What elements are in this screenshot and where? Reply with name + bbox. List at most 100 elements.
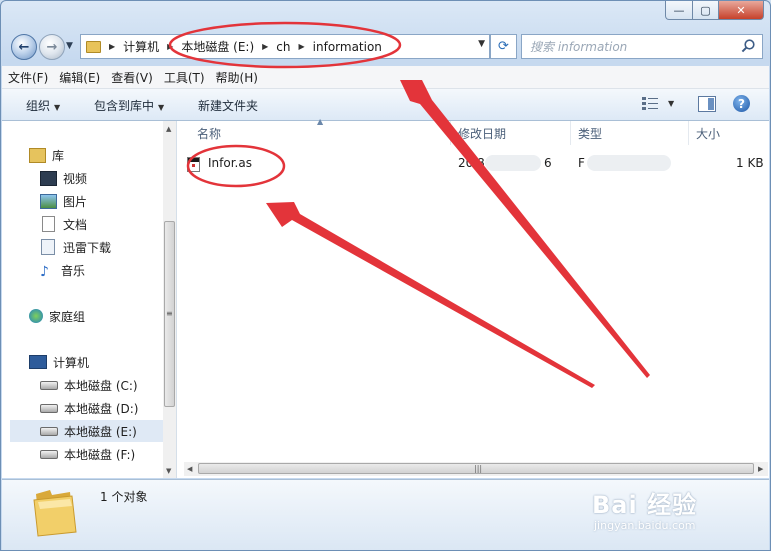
explorer-window: — ▢ ✕ ← → ▼ ▶ 计算机 ▶ 本地磁盘 (E:) ▶ ch ▶ inf…	[0, 0, 771, 551]
nav-item-videos[interactable]: 视频	[40, 167, 200, 189]
refresh-button[interactable]: ⟳	[490, 34, 517, 59]
nav-item-drive-e[interactable]: 本地磁盘 (E:)	[10, 420, 163, 442]
nav-item-label: 图片	[63, 194, 88, 209]
watermark-url: jingyan.baidu.com	[594, 519, 696, 532]
scroll-up-arrow-icon[interactable]: ▲	[166, 125, 171, 133]
nav-item-label: 本地磁盘 (F:)	[64, 447, 136, 462]
nav-item-label: 音乐	[61, 263, 86, 278]
details-pane: 1 个对象 Bai 经验 jingyan.baidu.com	[2, 479, 769, 550]
menu-edit[interactable]: 编辑(E)	[53, 69, 105, 86]
organize-label: 组织	[26, 99, 51, 113]
drive-icon	[40, 449, 58, 459]
column-header-size[interactable]: 大小	[689, 121, 769, 145]
scroll-down-arrow-icon[interactable]: ▼	[166, 467, 171, 475]
breadcrumb-computer[interactable]: 计算机	[123, 38, 159, 55]
content-horizontal-scrollbar[interactable]: ◀ ||| ▶	[184, 462, 768, 476]
scroll-grip-icon: ≡	[166, 309, 173, 318]
arrow-left-icon: ←	[18, 39, 30, 55]
chevron-down-icon: ▼	[158, 103, 165, 112]
nav-homegroup-label: 家庭组	[49, 309, 86, 324]
back-button[interactable]: ←	[11, 34, 37, 60]
file-row[interactable]: Infor.as 20 8 6 F 1 KB	[187, 153, 767, 175]
nav-item-thunder-downloads[interactable]: 迅雷下载	[40, 236, 200, 258]
scroll-grip-icon: |||	[474, 464, 483, 473]
menu-tools[interactable]: 工具(T)	[158, 69, 210, 86]
nav-item-drive-f[interactable]: 本地磁盘 (F:)	[40, 443, 163, 465]
menu-file[interactable]: 文件(F)	[2, 69, 53, 86]
chevron-right-icon[interactable]: ▶	[262, 42, 268, 51]
nav-item-drive-d[interactable]: 本地磁盘 (D:)	[40, 397, 163, 419]
chevron-right-icon[interactable]: ▶	[167, 42, 173, 51]
homegroup-icon	[29, 309, 43, 323]
include-in-library-button[interactable]: 包含到库中 ▼	[94, 97, 164, 114]
nav-item-label: 视频	[63, 171, 88, 186]
menu-view[interactable]: 查看(V)	[105, 69, 158, 86]
video-icon	[40, 170, 57, 186]
preview-pane-icon[interactable]	[698, 96, 716, 112]
address-history-dropdown[interactable]: ▼	[478, 39, 485, 49]
item-count-status: 1 个对象	[100, 490, 148, 504]
address-bar[interactable]: ▶ 计算机 ▶ 本地磁盘 (E:) ▶ ch ▶ information ▼	[80, 34, 490, 59]
nav-item-label: 迅雷下载	[63, 240, 112, 255]
minimize-button[interactable]: —	[665, 1, 693, 20]
breadcrumb-information[interactable]: information	[313, 40, 382, 54]
refresh-icon: ⟳	[498, 39, 509, 54]
download-icon	[41, 239, 55, 255]
help-icon[interactable]: ?	[733, 95, 750, 112]
recent-pages-dropdown[interactable]: ▼	[66, 41, 73, 51]
file-date-modified-tail: 6	[544, 156, 552, 170]
nav-item-label: 文档	[63, 217, 88, 232]
nav-item-drive-c[interactable]: 本地磁盘 (C:)	[40, 374, 163, 396]
computer-icon	[29, 355, 47, 369]
search-placeholder: 搜索 information	[530, 40, 628, 54]
nav-item-label: 本地磁盘 (E:)	[64, 424, 137, 439]
actionscript-file-icon	[187, 157, 200, 172]
chevron-down-icon: ▼	[54, 103, 61, 112]
view-options-icon[interactable]	[642, 97, 658, 110]
folder-icon	[33, 490, 77, 537]
maximize-button[interactable]: ▢	[693, 1, 719, 20]
blurred-region	[485, 155, 541, 171]
nav-item-label: 本地磁盘 (C:)	[64, 378, 138, 393]
navigation-row: ← → ▼ ▶ 计算机 ▶ 本地磁盘 (E:) ▶ ch ▶ informati…	[1, 31, 770, 63]
nav-item-music[interactable]: ♪ 音乐	[40, 259, 200, 281]
nav-item-documents[interactable]: 文档	[40, 213, 200, 235]
include-in-library-label: 包含到库中	[94, 99, 155, 113]
close-button[interactable]: ✕	[719, 1, 764, 20]
breadcrumb-ch[interactable]: ch	[276, 40, 290, 54]
breadcrumb-drive-e[interactable]: 本地磁盘 (E:)	[181, 38, 254, 55]
scroll-right-arrow-icon[interactable]: ▶	[758, 465, 763, 473]
chevron-right-icon[interactable]: ▶	[109, 42, 115, 51]
column-header-date-modified[interactable]: 修改日期	[451, 121, 571, 145]
search-icon[interactable]	[740, 38, 756, 54]
nav-computer-label: 计算机	[53, 355, 90, 370]
organize-button[interactable]: 组织 ▼	[26, 97, 60, 114]
column-header-name[interactable]: 名称	[190, 121, 451, 145]
menu-bar: 文件(F) 编辑(E) 查看(V) 工具(T) 帮助(H)	[2, 66, 769, 89]
forward-button[interactable]: →	[39, 34, 65, 60]
command-bar: 组织 ▼ 包含到库中 ▼ 新建文件夹 ▼ ?	[2, 89, 769, 121]
folder-icon	[86, 40, 101, 53]
arrow-right-icon: →	[46, 39, 58, 55]
file-type: F	[578, 156, 585, 170]
drive-icon	[40, 380, 58, 390]
search-input[interactable]: 搜索 information	[521, 34, 763, 59]
drive-icon	[40, 426, 58, 436]
file-name: Infor.as	[208, 156, 252, 170]
picture-icon	[40, 193, 57, 209]
scrollbar-thumb[interactable]: |||	[198, 463, 754, 474]
view-dropdown[interactable]: ▼	[668, 99, 674, 108]
navigation-pane: 库 视频 图片 文档 迅雷下载 ♪ 音乐 家庭组 计算机 本地磁盘 (C:) 本…	[2, 121, 177, 478]
menu-help[interactable]: 帮助(H)	[210, 69, 263, 86]
chevron-right-icon[interactable]: ▶	[299, 42, 305, 51]
file-list-pane: ▲ 名称 修改日期 类型 大小 Infor.as 20 8 6 F 1 KB ◀…	[177, 117, 769, 478]
document-icon	[42, 216, 55, 232]
nav-item-pictures[interactable]: 图片	[40, 190, 200, 212]
new-folder-button[interactable]: 新建文件夹	[198, 97, 258, 114]
nav-item-label: 本地磁盘 (D:)	[64, 401, 139, 416]
scroll-left-arrow-icon[interactable]: ◀	[187, 465, 192, 473]
music-note-icon: ♪	[40, 263, 49, 280]
nav-vertical-scrollbar[interactable]: ▲ ≡ ▼	[163, 121, 176, 478]
blurred-region	[587, 155, 671, 171]
column-header-type[interactable]: 类型	[571, 121, 689, 145]
